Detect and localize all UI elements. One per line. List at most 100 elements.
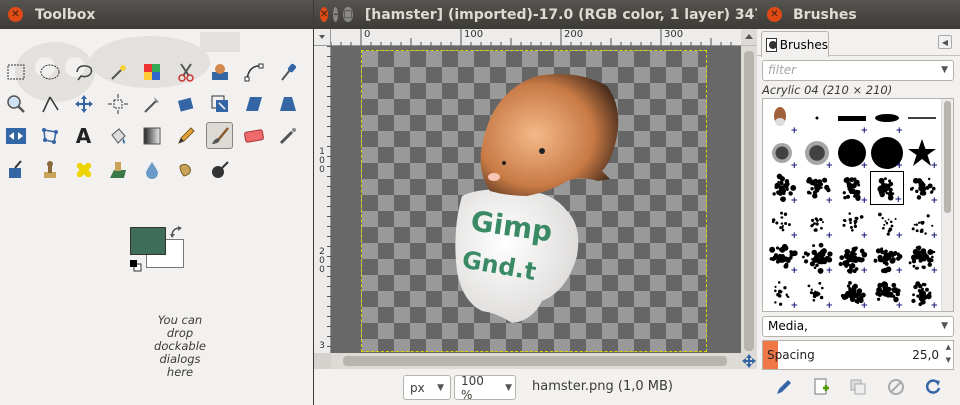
dodge-burn-icon[interactable] bbox=[206, 156, 233, 183]
foreground-select-icon[interactable] bbox=[206, 58, 233, 85]
minimize-icon[interactable]: – bbox=[333, 7, 339, 22]
measure-icon[interactable] bbox=[36, 90, 63, 117]
flip-icon[interactable] bbox=[2, 122, 29, 149]
paths-icon[interactable] bbox=[240, 58, 267, 85]
delete-brush-icon[interactable] bbox=[887, 378, 905, 400]
brush-cell[interactable]: + bbox=[765, 101, 799, 136]
spin-up-icon[interactable]: ▲ bbox=[946, 343, 951, 351]
scale-icon[interactable] bbox=[206, 90, 233, 117]
chevron-down-icon: ▼ bbox=[941, 65, 948, 75]
spacing-slider[interactable]: Spacing 25,0 ▲ ▼ bbox=[762, 340, 954, 370]
brush-cell[interactable]: + bbox=[835, 101, 869, 136]
clone-icon[interactable] bbox=[36, 156, 63, 183]
brush-cell[interactable]: + bbox=[870, 206, 904, 241]
duplicate-brush-icon[interactable] bbox=[849, 378, 867, 400]
airbrush-icon[interactable] bbox=[274, 122, 301, 149]
new-brush-icon[interactable] bbox=[812, 378, 830, 400]
cage-transform-icon[interactable] bbox=[36, 122, 63, 149]
lasso-icon[interactable] bbox=[70, 58, 97, 85]
brush-more-icon: + bbox=[825, 196, 833, 206]
brush-cell[interactable]: + bbox=[800, 276, 834, 311]
brush-cell[interactable]: + bbox=[835, 241, 869, 276]
canvas-area[interactable]: Gimp Gnd.t bbox=[331, 46, 741, 353]
brush-cell[interactable]: + bbox=[905, 276, 939, 311]
text-tool-icon[interactable]: A bbox=[70, 122, 97, 149]
brush-cell[interactable]: + bbox=[835, 136, 869, 171]
eraser-icon[interactable] bbox=[240, 122, 267, 149]
fuzzy-select-icon[interactable] bbox=[104, 58, 131, 85]
shear-icon[interactable] bbox=[240, 90, 267, 117]
brush-cell[interactable]: + bbox=[870, 136, 904, 171]
brush-cell[interactable]: + bbox=[765, 136, 799, 171]
brush-cell[interactable]: + bbox=[835, 171, 869, 206]
rect-select-icon[interactable] bbox=[2, 58, 29, 85]
close-icon[interactable]: ✕ bbox=[320, 7, 329, 22]
swap-colors-icon[interactable] bbox=[170, 225, 184, 244]
brush-cell[interactable]: + bbox=[905, 206, 939, 241]
brush-cell[interactable]: + bbox=[870, 101, 904, 136]
smudge-icon[interactable] bbox=[172, 156, 199, 183]
brush-cell[interactable] bbox=[905, 101, 939, 135]
brush-cell[interactable]: + bbox=[800, 171, 834, 206]
brush-grid-scrollbar[interactable] bbox=[941, 99, 953, 311]
brush-grid[interactable]: + + + + + + + + + + + + + + + + + + + + + + + + + + + + bbox=[762, 98, 954, 312]
color-picker-icon[interactable] bbox=[274, 58, 301, 85]
brush-tag-input[interactable]: Media, ▼ bbox=[762, 316, 954, 337]
heal-icon[interactable] bbox=[70, 156, 97, 183]
perspective-clone-icon[interactable] bbox=[104, 156, 131, 183]
tab-brushes[interactable]: Brushes bbox=[761, 31, 829, 57]
brush-cell[interactable]: + bbox=[835, 206, 869, 241]
crop-icon[interactable] bbox=[138, 90, 165, 117]
bucket-fill-icon[interactable] bbox=[104, 122, 131, 149]
edit-brush-icon[interactable] bbox=[775, 378, 793, 400]
brush-cell[interactable]: + bbox=[870, 241, 904, 276]
brush-cell[interactable]: + bbox=[800, 136, 834, 171]
brush-cell[interactable]: + bbox=[765, 206, 799, 241]
brush-cell[interactable]: + bbox=[765, 276, 799, 311]
spin-down-icon[interactable]: ▼ bbox=[946, 356, 951, 364]
nav-arrow-up-icon[interactable] bbox=[741, 29, 757, 46]
horizontal-scrollbar[interactable] bbox=[331, 353, 741, 369]
brush-cell[interactable]: + bbox=[800, 241, 834, 276]
paintbrush-icon[interactable] bbox=[206, 122, 233, 149]
rotate-icon[interactable] bbox=[172, 90, 199, 117]
vertical-scrollbar[interactable] bbox=[741, 29, 757, 369]
pencil-icon[interactable] bbox=[172, 122, 199, 149]
brush-cell[interactable]: + bbox=[905, 241, 939, 276]
brush-cell[interactable]: + bbox=[835, 276, 869, 311]
brush-cell[interactable]: + bbox=[905, 136, 939, 171]
move-icon[interactable] bbox=[70, 90, 97, 117]
blur-icon[interactable] bbox=[138, 156, 165, 183]
maximize-icon[interactable]: □ bbox=[343, 7, 353, 22]
tab-menu-icon[interactable]: ◀ bbox=[938, 35, 952, 49]
image-menu-button[interactable] bbox=[314, 29, 331, 46]
ellipse-select-icon[interactable] bbox=[36, 58, 63, 85]
align-icon[interactable] bbox=[104, 90, 131, 117]
brush-cell[interactable]: + bbox=[765, 171, 799, 206]
blend-icon[interactable] bbox=[138, 122, 165, 149]
zoom-icon[interactable] bbox=[2, 90, 29, 117]
brush-cell[interactable]: + bbox=[905, 171, 939, 206]
scissors-icon[interactable] bbox=[172, 58, 199, 85]
brush-filter-input[interactable]: filter ▼ bbox=[762, 60, 954, 81]
brush-cell[interactable]: + bbox=[870, 171, 904, 205]
zoom-select[interactable]: 100 % ▼ bbox=[454, 374, 516, 402]
horizontal-scroll-thumb[interactable] bbox=[343, 356, 727, 366]
refresh-brushes-icon[interactable] bbox=[924, 378, 942, 400]
brush-cell[interactable] bbox=[800, 101, 834, 135]
close-icon[interactable]: ✕ bbox=[8, 7, 23, 22]
vertical-scroll-thumb[interactable] bbox=[744, 51, 754, 351]
default-colors-icon[interactable] bbox=[130, 257, 142, 276]
brush-cell[interactable]: + bbox=[765, 241, 799, 276]
navigate-icon[interactable] bbox=[741, 353, 757, 369]
brush-grid-scroll-thumb[interactable] bbox=[944, 101, 951, 213]
perspective-icon[interactable] bbox=[274, 90, 301, 117]
select-by-color-icon[interactable] bbox=[138, 58, 165, 85]
brush-cell[interactable]: + bbox=[800, 206, 834, 241]
foreground-color-swatch[interactable] bbox=[130, 227, 166, 255]
image-canvas[interactable]: Gimp Gnd.t bbox=[361, 50, 707, 352]
close-icon[interactable]: ✕ bbox=[767, 7, 782, 22]
unit-select[interactable]: px ▼ bbox=[403, 375, 451, 400]
ink-icon[interactable] bbox=[2, 156, 29, 183]
brush-cell[interactable]: + bbox=[870, 276, 904, 311]
